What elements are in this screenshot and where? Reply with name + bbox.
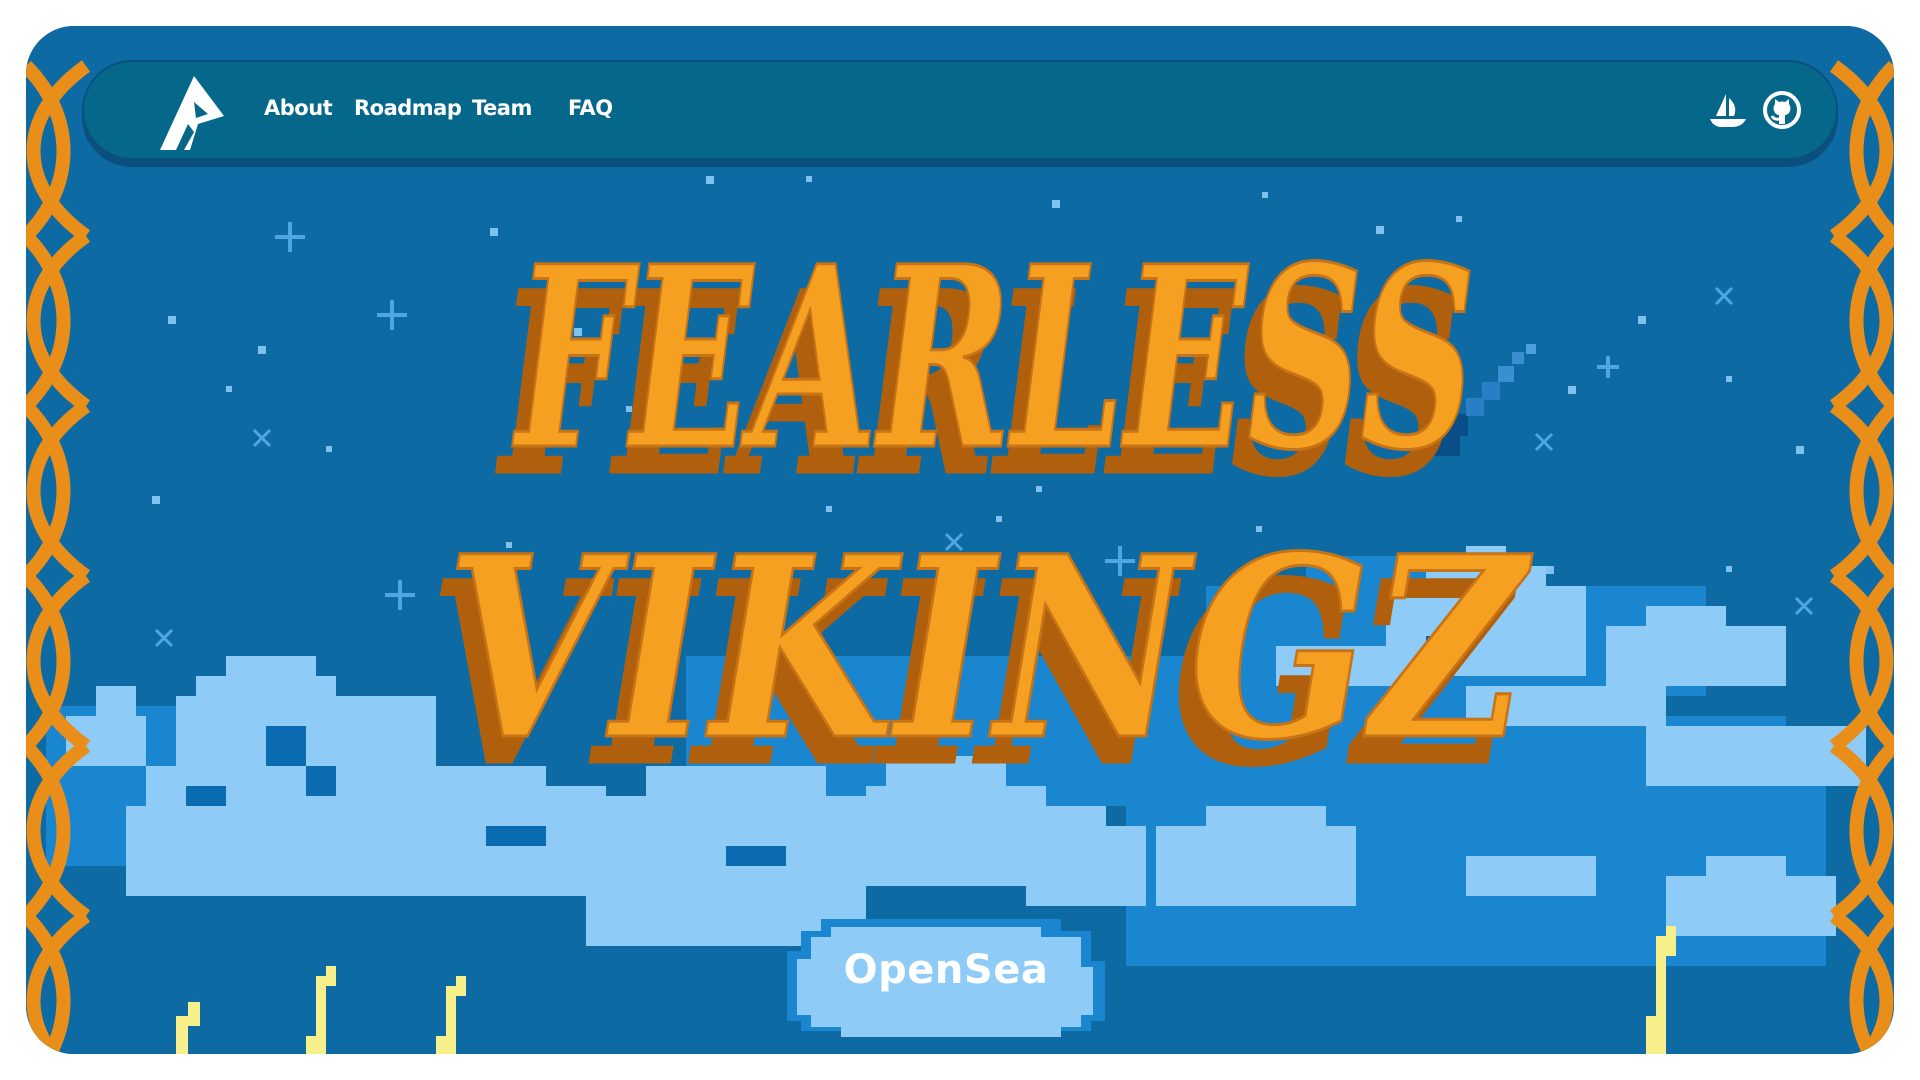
- hero-title-line-1: FEARLESS: [512, 211, 1476, 505]
- nav-link-faq[interactable]: FAQ: [568, 96, 613, 120]
- opensea-button[interactable]: OpenSea: [781, 911, 1111, 1051]
- site-logo-icon[interactable]: [154, 72, 234, 152]
- nav-link-about[interactable]: About: [264, 96, 333, 120]
- nav-link-team[interactable]: Team: [472, 96, 532, 120]
- github-icon[interactable]: [1762, 90, 1802, 130]
- hero-title-line-2: VIKINGZ: [446, 501, 1533, 795]
- page-frame: FEARLESS VIKINGZ OpenSea About Roadmap T…: [26, 26, 1894, 1054]
- opensea-button-label: OpenSea: [843, 947, 1049, 993]
- top-navbar: About Roadmap Team FAQ: [82, 60, 1838, 160]
- opensea-icon[interactable]: [1708, 90, 1748, 130]
- hero-title: FEARLESS VIKINGZ: [445, 210, 1535, 797]
- nav-link-roadmap[interactable]: Roadmap: [354, 96, 462, 120]
